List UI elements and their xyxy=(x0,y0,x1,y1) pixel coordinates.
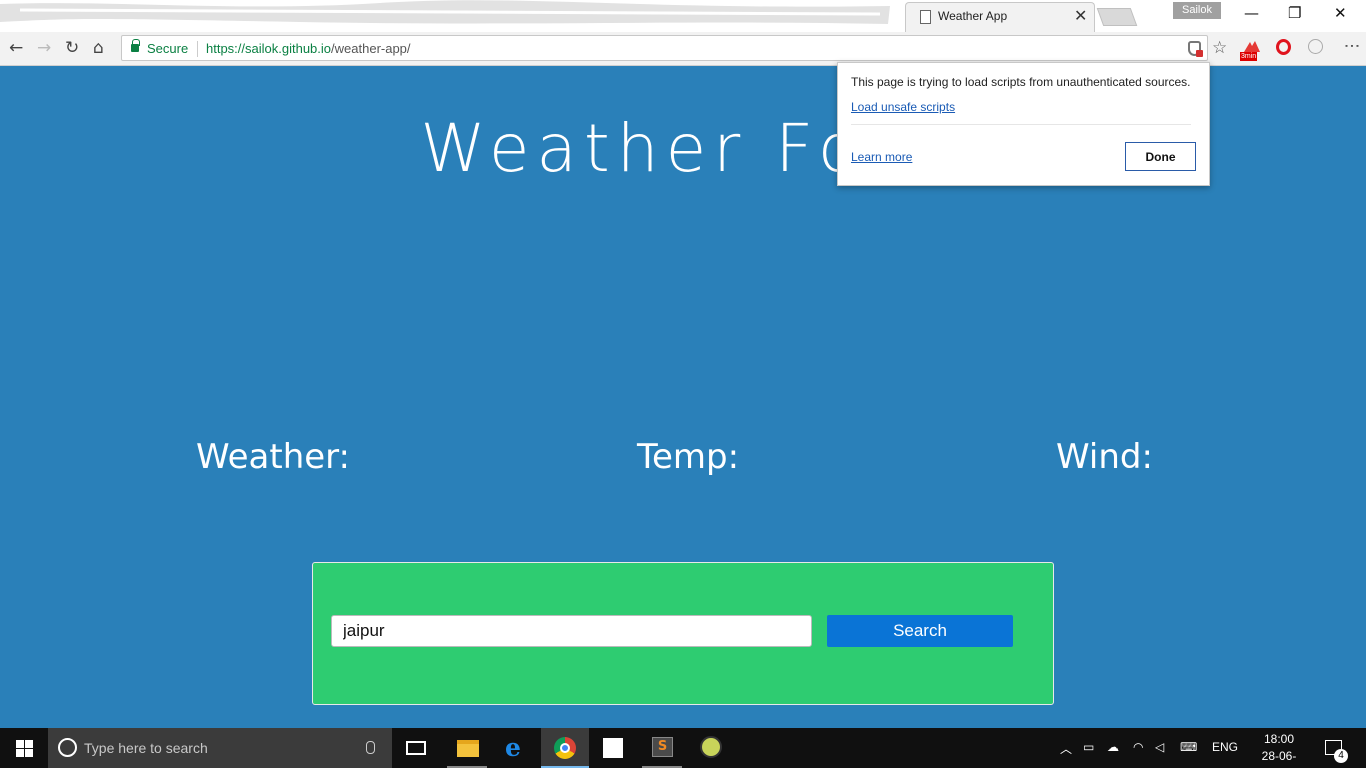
taskbar: Type here to search e S ︿ ▭ ☁ ◠ ◁ ⌨ ENG … xyxy=(0,728,1366,768)
notification-count-badge: 4 xyxy=(1334,749,1348,763)
task-view-icon[interactable] xyxy=(406,741,426,755)
clock-date: 28-06-2017 xyxy=(1261,749,1297,768)
blocked-content-shield-icon[interactable] xyxy=(1188,41,1203,57)
keyboard-icon[interactable]: ⌨ xyxy=(1180,740,1197,754)
restore-icon[interactable]: ❐ xyxy=(1288,4,1301,22)
redacted-tabs-scribble xyxy=(0,0,890,24)
url-host: https://sailok.github.io xyxy=(206,41,332,56)
opera-extension-icon[interactable] xyxy=(1276,39,1291,55)
windows-start-icon[interactable] xyxy=(16,740,33,757)
page-icon xyxy=(920,10,931,24)
app-icon[interactable] xyxy=(700,736,722,758)
weather-label: Weather: xyxy=(196,437,351,477)
taskbar-search-box[interactable]: Type here to search xyxy=(48,728,392,768)
clock-time: 18:00 xyxy=(1263,732,1295,746)
clock[interactable]: 18:00 28-06-2017 xyxy=(1250,731,1308,768)
file-explorer-icon[interactable] xyxy=(457,740,479,757)
city-search-input[interactable] xyxy=(331,615,812,647)
secure-label: Secure xyxy=(147,41,189,56)
url-path: /weather-app/ xyxy=(331,41,411,56)
minimize-icon[interactable]: — xyxy=(1244,4,1259,22)
done-button[interactable]: Done xyxy=(1125,142,1196,171)
extension-circle-icon[interactable] xyxy=(1308,39,1323,54)
store-icon[interactable] xyxy=(603,738,623,758)
browser-menu-icon[interactable]: ⋮ xyxy=(1343,38,1362,54)
tab-title: Weather App xyxy=(938,9,1008,23)
show-hidden-icons-icon[interactable]: ︿ xyxy=(1060,740,1072,757)
wind-label: Wind: xyxy=(1056,437,1153,477)
tab-weather-app[interactable]: Weather App ✕ xyxy=(905,2,1095,32)
onedrive-icon[interactable]: ☁ xyxy=(1107,740,1119,754)
new-tab-button[interactable] xyxy=(1096,8,1138,26)
edge-icon[interactable]: e xyxy=(505,733,521,762)
battery-icon[interactable]: ▭ xyxy=(1083,740,1094,754)
forward-icon[interactable]: → xyxy=(37,37,51,59)
popup-message: This page is trying to load scripts from… xyxy=(851,75,1191,89)
microphone-icon[interactable] xyxy=(366,741,375,754)
wifi-icon[interactable]: ◠ xyxy=(1133,740,1143,754)
browser-tabstrip: Weather App ✕ Sailok — ❐ ✕ xyxy=(0,0,1366,32)
reload-icon[interactable]: ↻ xyxy=(65,37,79,59)
temp-label: Temp: xyxy=(637,437,740,477)
insecure-content-popup: This page is trying to load scripts from… xyxy=(837,62,1210,186)
search-button[interactable]: Search xyxy=(827,615,1013,647)
address-bar[interactable]: Secure https://sailok.github.io/weather-… xyxy=(121,35,1227,61)
profile-button[interactable]: Sailok xyxy=(1173,2,1221,19)
language-indicator[interactable]: ENG xyxy=(1212,740,1238,754)
back-icon[interactable]: ← xyxy=(9,37,23,59)
taskbar-search-placeholder: Type here to search xyxy=(84,740,208,756)
extension-badge: 3min xyxy=(1240,52,1258,61)
popup-divider xyxy=(851,124,1191,125)
bookmark-star-icon[interactable]: ☆ xyxy=(1212,38,1227,58)
search-panel: Search xyxy=(312,562,1054,705)
browser-toolbar: ← → ↻ ⌂ Secure https://sailok.github.io/… xyxy=(0,32,1366,66)
omnibox-divider xyxy=(197,41,198,57)
cortana-icon xyxy=(58,738,77,757)
url-text[interactable]: https://sailok.github.io/weather-app/ xyxy=(206,41,411,56)
sublime-text-icon[interactable]: S xyxy=(652,737,673,757)
close-window-icon[interactable]: ✕ xyxy=(1334,4,1347,22)
close-tab-icon[interactable]: ✕ xyxy=(1074,7,1087,25)
load-unsafe-scripts-link[interactable]: Load unsafe scripts xyxy=(851,100,955,114)
learn-more-link[interactable]: Learn more xyxy=(851,150,912,164)
volume-icon[interactable]: ◁ xyxy=(1155,740,1164,754)
lock-icon xyxy=(131,39,140,52)
chrome-icon[interactable] xyxy=(554,737,576,759)
home-icon[interactable]: ⌂ xyxy=(93,37,104,59)
